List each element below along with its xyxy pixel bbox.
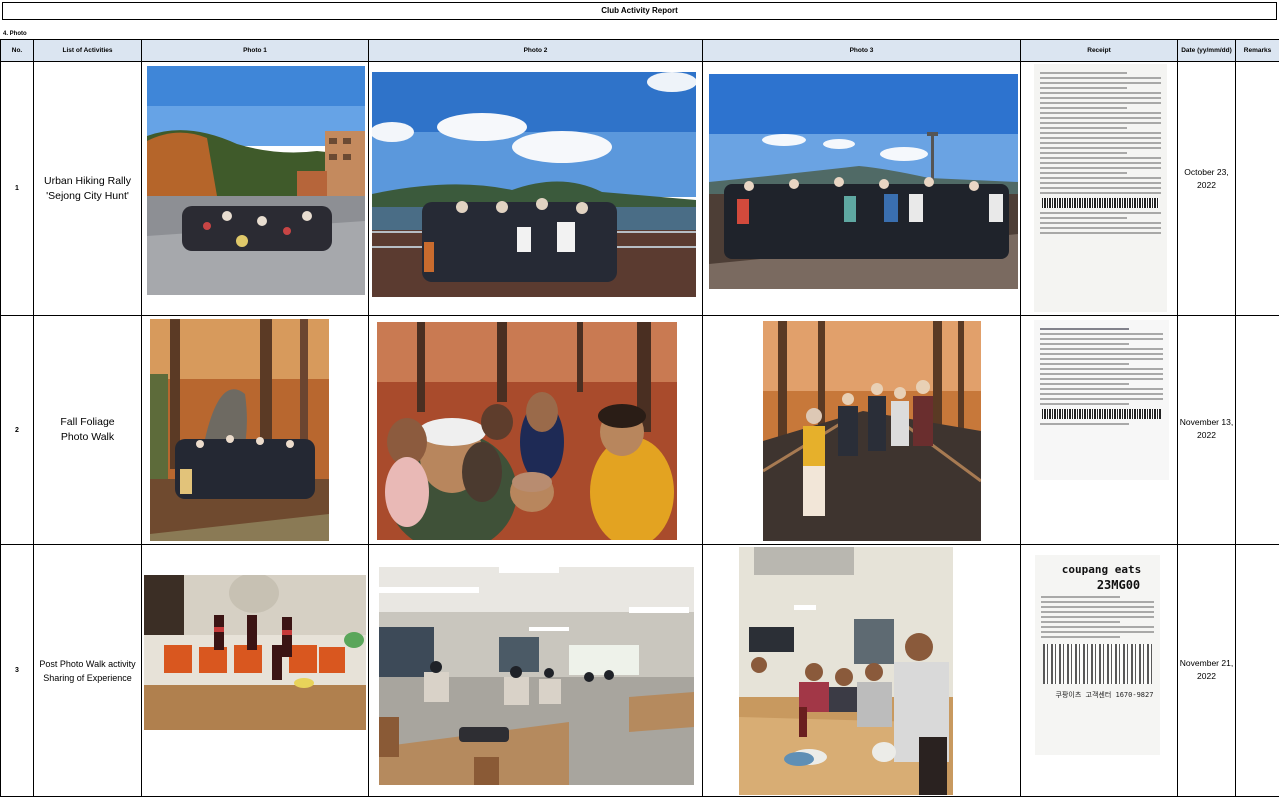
activity-line2: 'Sejong City Hunt' [46, 189, 129, 202]
activity-name: Fall Foliage Photo Walk [33, 315, 142, 545]
header-activities: List of Activities [33, 39, 142, 62]
date-line2: 2022 [1197, 180, 1216, 190]
header-photo3: Photo 3 [702, 39, 1021, 62]
photo3-cell [702, 315, 1021, 545]
photo1-cell [141, 544, 369, 797]
header-photo2: Photo 2 [368, 39, 703, 62]
activity-table: No. List of Activities Photo 1 Photo 2 P… [0, 39, 1279, 797]
photo-classroom-gathering [379, 567, 694, 785]
receipt-cell [1020, 315, 1178, 545]
receipt-image-1 [1034, 64, 1167, 312]
activity-line2: Photo Walk [60, 431, 115, 443]
remarks-cell [1235, 315, 1279, 545]
photo2-cell [368, 544, 703, 797]
activity-line1: Urban Hiking Rally [44, 174, 131, 187]
activity-date: November 21, 2022 [1177, 544, 1236, 797]
activity-line2: Sharing of Experience [43, 672, 132, 683]
row-number: 1 [0, 61, 34, 316]
photo-group-boardwalk-autumn [763, 321, 981, 541]
photo1-cell [141, 315, 369, 545]
header-row: No. List of Activities Photo 1 Photo 2 P… [0, 39, 1279, 62]
photo-group-boardwalk [709, 74, 1018, 289]
activity-line1: Post Photo Walk activity [39, 658, 136, 669]
section-label: 4. Photo [3, 31, 27, 37]
header-no: No. [0, 39, 34, 62]
row-number: 2 [0, 315, 34, 545]
photo-table-food-drinks [144, 575, 366, 730]
header-remarks: Remarks [1235, 39, 1279, 62]
table-row: 3 Post Photo Walk activity Sharing of Ex… [0, 544, 1279, 797]
activity-date: November 13, 2022 [1177, 315, 1236, 545]
activity-line1: Fall Foliage [60, 416, 115, 428]
activity-name: Urban Hiking Rally 'Sejong City Hunt' [33, 61, 142, 316]
activity-date: October 23, 2022 [1177, 61, 1236, 316]
date-line2: 2022 [1197, 430, 1216, 440]
activity-name: Post Photo Walk activity Sharing of Expe… [33, 544, 142, 797]
date-line1: November 21, [1179, 658, 1234, 668]
remarks-cell [1235, 61, 1279, 316]
receipt-brand: coupang eats [1061, 563, 1142, 576]
photo-selfie-autumn [377, 322, 677, 540]
photo3-cell [702, 61, 1021, 316]
receipt-footer: 쿠팡이츠 고객센터 1670-9827 [1055, 691, 1154, 699]
row-number: 3 [0, 544, 34, 797]
photo1-cell [141, 61, 369, 316]
table-row: 1 Urban Hiking Rally 'Sejong City Hunt' [0, 61, 1279, 316]
receipt-code: 23MG00 [1096, 578, 1141, 592]
date-line1: October 23, [1184, 167, 1229, 177]
photo-group-forest-rock [150, 319, 329, 541]
photo2-cell [368, 315, 703, 545]
receipt-cell: coupang eats 23MG00 쿠팡이츠 고객센터 1670-9827 [1020, 544, 1178, 797]
table-row: 2 Fall Foliage Photo Walk November 13, 2… [0, 315, 1279, 545]
date-line1: November 13, [1179, 417, 1234, 427]
photo3-cell [702, 544, 1021, 797]
photo-dinner-group [739, 547, 953, 795]
photo2-cell [368, 61, 703, 316]
receipt-image-3: coupang eats 23MG00 쿠팡이츠 고객센터 1670-9827 [1035, 555, 1160, 755]
photo-group-lake-bridge [372, 72, 696, 297]
remarks-cell [1235, 544, 1279, 797]
header-date: Date (yy/mm/dd) [1177, 39, 1236, 62]
date-line2: 2022 [1197, 671, 1216, 681]
receipt-image-2 [1034, 320, 1169, 480]
receipt-cell [1020, 61, 1178, 316]
photo-group-hiking-campus [147, 66, 365, 295]
header-photo1: Photo 1 [141, 39, 369, 62]
report-title: Club Activity Report [2, 2, 1277, 20]
header-receipt: Receipt [1020, 39, 1178, 62]
